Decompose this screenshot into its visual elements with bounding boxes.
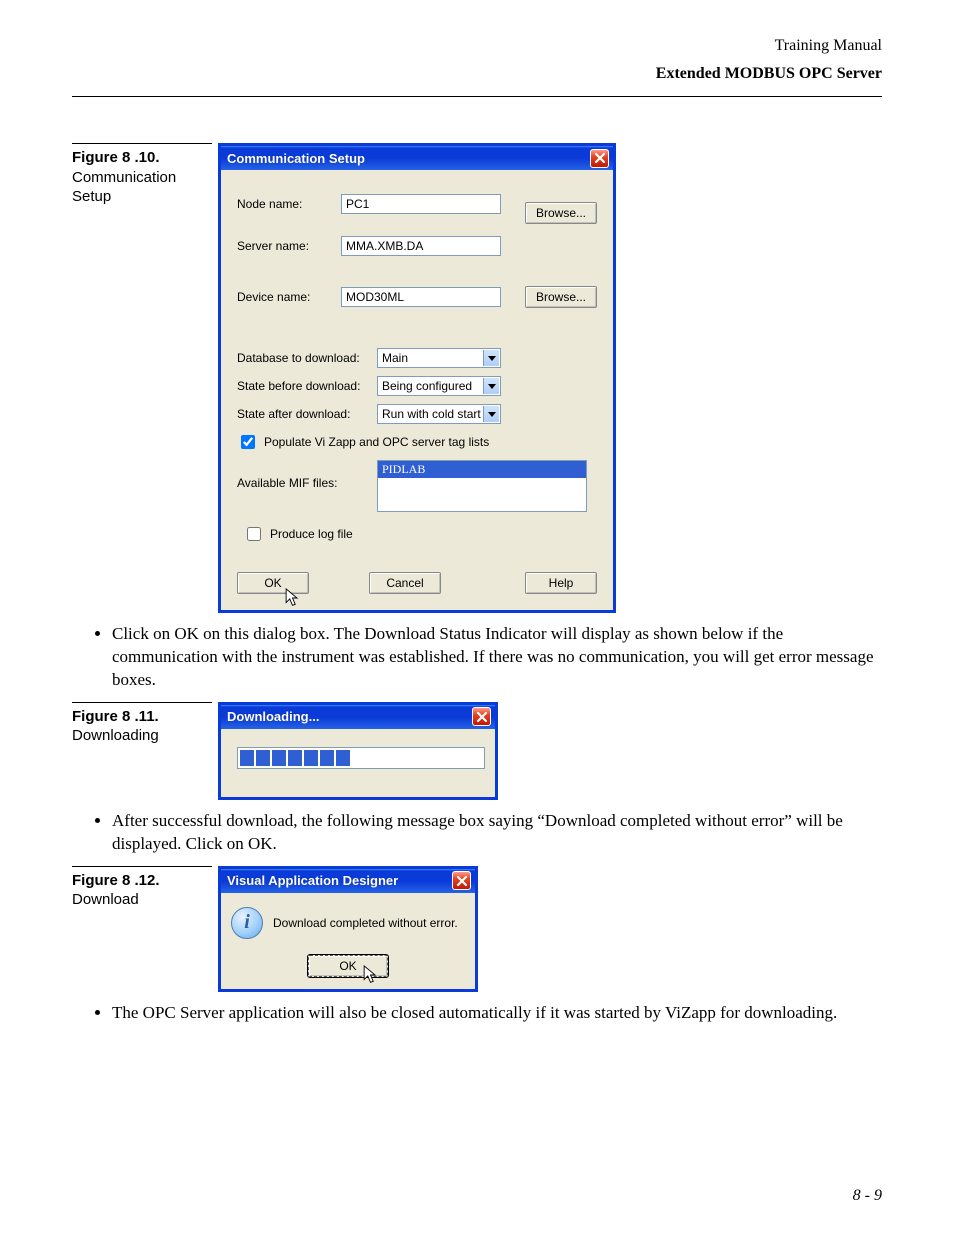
device-name-input[interactable] (341, 287, 501, 307)
info-ok-button[interactable]: OK (308, 955, 388, 977)
db-download-value: Main (382, 351, 408, 365)
progress-segment (320, 750, 334, 766)
chevron-down-icon (483, 406, 499, 422)
chevron-down-icon (483, 378, 499, 394)
figure-caption-812: Figure 8 .12. Download (72, 866, 212, 910)
figure-row-811: Figure 8 .11. Downloading Downloading... (72, 702, 882, 800)
document-page: Training Manual Extended MODBUS OPC Serv… (0, 0, 954, 1235)
bullet-item: Click on OK on this dialog box. The Down… (112, 623, 882, 692)
state-before-select[interactable]: Being configured (377, 376, 501, 396)
figure-image-812: Visual Application Designer Download com… (218, 866, 882, 992)
downloading-dialog: Downloading... (218, 702, 498, 800)
mif-listbox[interactable]: PIDLAB (377, 460, 587, 512)
server-name-label: Server name: (237, 239, 341, 253)
mif-selected-item[interactable]: PIDLAB (378, 461, 586, 478)
ok-button-wrap: OK (237, 572, 309, 594)
bullet-list-3: The OPC Server application will also be … (90, 1002, 882, 1025)
log-checkbox-row: Produce log file (243, 524, 597, 544)
page-header: Training Manual Extended MODBUS OPC Serv… (72, 34, 882, 86)
header-line2: Extended MODBUS OPC Server (72, 62, 882, 86)
figure-text: Download (72, 890, 212, 910)
figure-row-812: Figure 8 .12. Download Visual Applicatio… (72, 866, 882, 992)
help-button[interactable]: Help (525, 572, 597, 594)
browse-device-button[interactable]: Browse... (525, 286, 597, 308)
figure-caption-811: Figure 8 .11. Downloading (72, 702, 212, 746)
dialog-title: Downloading... (227, 709, 319, 724)
bullet-item: The OPC Server application will also be … (112, 1002, 882, 1025)
header-rule (72, 96, 882, 97)
state-before-value: Being configured (382, 379, 472, 393)
state-after-select[interactable]: Run with cold start (377, 404, 501, 424)
mif-label: Available MIF files: (237, 460, 377, 490)
progress-segment (272, 750, 286, 766)
dialog-button-row: OK Cancel Help (237, 572, 597, 594)
progress-segment (288, 750, 302, 766)
info-footer: OK (221, 949, 475, 989)
close-icon[interactable] (452, 871, 471, 890)
info-message-text: Download completed without error. (273, 916, 458, 930)
figure-image-810: Communication Setup Node name: Browse... (218, 143, 882, 613)
node-name-label: Node name: (237, 197, 341, 211)
browse-node-button[interactable]: Browse... (525, 202, 597, 224)
ok-button[interactable]: OK (237, 572, 309, 594)
page-content: Figure 8 .10. Communication Setup Commun… (72, 143, 882, 1025)
log-checkbox[interactable] (247, 527, 261, 541)
close-icon[interactable] (590, 149, 609, 168)
info-message-dialog: Visual Application Designer Download com… (218, 866, 478, 992)
figure-row-810: Figure 8 .10. Communication Setup Commun… (72, 143, 882, 613)
header-line1: Training Manual (72, 34, 882, 58)
figure-label: Figure 8 .12. (72, 871, 212, 891)
dialog-titlebar[interactable]: Visual Application Designer (221, 869, 475, 893)
node-name-input[interactable] (341, 194, 501, 214)
dialog-body: Node name: Browse... Server name: Device… (221, 170, 613, 610)
db-download-label: Database to download: (237, 351, 377, 365)
figure-label: Figure 8 .10. (72, 148, 212, 168)
progress-segment (240, 750, 254, 766)
downloading-body (221, 729, 495, 797)
state-after-value: Run with cold start (382, 407, 481, 421)
figure-caption-810: Figure 8 .10. Communication Setup (72, 143, 212, 207)
chevron-down-icon (483, 350, 499, 366)
state-after-label: State after download: (237, 407, 377, 421)
dialog-titlebar[interactable]: Communication Setup (221, 146, 613, 170)
dialog-title: Communication Setup (227, 151, 365, 166)
info-icon (231, 907, 263, 939)
page-number: 8 - 9 (853, 1187, 882, 1205)
figure-text: Downloading (72, 726, 212, 746)
progress-segment (256, 750, 270, 766)
info-body: Download completed without error. (221, 893, 475, 949)
state-before-label: State before download: (237, 379, 377, 393)
bullet-list-1: Click on OK on this dialog box. The Down… (90, 623, 882, 692)
comm-setup-dialog: Communication Setup Node name: Browse... (218, 143, 616, 613)
progress-segment (304, 750, 318, 766)
dialog-titlebar[interactable]: Downloading... (221, 705, 495, 729)
bullet-list-2: After successful download, the following… (90, 810, 882, 856)
dialog-title: Visual Application Designer (227, 873, 398, 888)
populate-checkbox[interactable] (241, 435, 255, 449)
progress-segment (336, 750, 350, 766)
populate-label: Populate Vi Zapp and OPC server tag list… (264, 435, 489, 449)
close-icon[interactable] (472, 707, 491, 726)
progress-bar (237, 747, 485, 769)
figure-image-811: Downloading... (218, 702, 882, 800)
server-name-input[interactable] (341, 236, 501, 256)
figure-text: Communication Setup (72, 168, 212, 207)
figure-label: Figure 8 .11. (72, 707, 212, 727)
cancel-button[interactable]: Cancel (369, 572, 441, 594)
populate-checkbox-row: Populate Vi Zapp and OPC server tag list… (237, 432, 597, 452)
log-label: Produce log file (270, 527, 353, 541)
bullet-item: After successful download, the following… (112, 810, 882, 856)
db-download-select[interactable]: Main (377, 348, 501, 368)
device-name-label: Device name: (237, 290, 341, 304)
